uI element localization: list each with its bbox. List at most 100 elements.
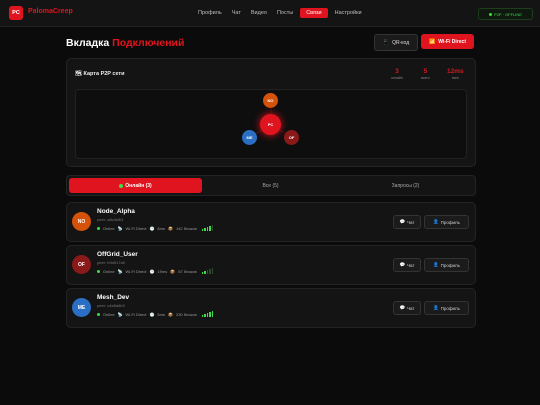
nav-chat[interactable]: Чат [227,8,246,18]
profile-label: Профиль [440,305,461,311]
peer-link: Wi-Fi Direct [125,225,147,231]
stat-online-label: онлайн [391,76,403,80]
peer-id: peer: c4e8a6b2 [97,303,125,308]
map-icon: 🗺 [75,71,82,77]
map-node-self[interactable]: PC [260,114,281,135]
peer-ping: 8ms [157,225,165,231]
peer-card-2: ME Mesh_Dev peer: c4e8a6b2 Online 📡 Wi-F… [66,288,476,328]
peer-name[interactable]: OffGrid_User [97,251,138,258]
network-map[interactable]: NO ME OF PC [75,89,467,159]
chat-label: Чат [407,305,415,311]
signal-strength-icon [201,268,214,274]
peer-ping: 19ms [157,268,168,274]
tab-online[interactable]: Онлайн (3) [69,178,202,193]
main-menu: Профиль Чат Видео Посты Связи Настройки [193,8,367,18]
profile-button[interactable]: 👤 Профиль [424,258,469,272]
peer-meta: Online 📡 Wi-Fi Direct 🕒 8ms 📦 142 блоков [97,225,214,231]
map-node-me[interactable]: ME [242,130,257,145]
nav-connections[interactable]: Связи [300,8,328,18]
signal-bar [211,268,214,274]
map-node-of[interactable]: OF [284,130,299,145]
clock-icon: 🕒 [149,225,155,231]
chat-label: Чат [407,219,415,225]
brand-name[interactable]: PalomaCreep [28,8,73,15]
chat-button[interactable]: 💬 Чат [393,258,421,272]
signal-bar [211,225,214,231]
status-dot-icon [489,12,493,16]
profile-icon: 👤 [432,262,439,267]
profile-label: Профиль [440,219,461,225]
signal-strength-icon [201,225,214,231]
nav-settings[interactable]: Настройки [330,8,367,18]
blocks-icon: 📦 [170,268,176,274]
chat-label: Чат [407,262,415,268]
peer-id: peer: b9d917a0 [97,260,126,265]
signal-bar [201,315,204,317]
signal-bar [206,227,209,231]
peer-ping: 5ms [157,311,165,317]
logo-badge[interactable]: PC [9,6,23,20]
signal-bar [209,226,211,231]
stat-ping: 12ms пинг [447,68,464,80]
stat-total: 5 всего [421,68,430,80]
page-title: Вкладка Подключений [66,37,184,49]
peer-meta: Online 📡 Wi-Fi Direct 🕒 5ms 📦 230 блоков [97,311,214,317]
chat-icon: 💬 [399,262,406,267]
page-title-accent: Подключений [112,37,185,49]
network-status-badge: P2P · OFFLINE [478,8,533,20]
peer-meta: Online 📡 Wi-Fi Direct 🕒 19ms 📦 67 блоков [97,268,214,274]
peer-status: Online [103,268,115,274]
signal-icon: 📶 [429,38,436,45]
peer-link: Wi-Fi Direct [125,311,147,317]
signal-bar [204,228,206,231]
online-dot-icon [97,226,100,230]
nav-profile[interactable]: Профиль [193,8,227,18]
online-dot-icon [97,312,100,316]
peer-name[interactable]: Node_Alpha [97,208,135,215]
signal-bar [204,271,206,274]
tab-requests[interactable]: Запросы (2) [339,178,472,193]
avatar[interactable]: NO [72,212,91,231]
signal-bar [201,229,204,231]
signal-bar [209,312,211,317]
qr-code-button[interactable]: 📱 QR-код [374,34,418,51]
avatar[interactable]: ME [72,298,91,317]
profile-button[interactable]: 👤 Профиль [424,215,469,229]
stat-online-value: 3 [395,68,399,75]
chat-button[interactable]: 💬 Чат [393,301,421,315]
chat-icon: 💬 [399,305,406,310]
stat-ping-value: 12ms [447,68,464,75]
avatar[interactable]: OF [72,255,91,274]
wifi-icon: 📡 [117,225,123,231]
phone-icon: 📱 [382,39,390,46]
peer-card-1: OF OffGrid_User peer: b9d917a0 Online 📡 … [66,245,476,285]
tab-all[interactable]: Все (5) [204,178,337,193]
signal-bar [211,311,214,317]
wifi-direct-label: Wi-Fi Direct [438,38,466,45]
map-node-no[interactable]: NO [263,93,278,108]
signal-bar [204,314,206,317]
signal-strength-icon [201,311,214,317]
signal-bar [206,313,209,317]
map-title-text: Карта P2P сети [83,71,125,77]
nav-posts[interactable]: Посты [272,8,298,18]
page-title-main: Вкладка [66,37,113,49]
peer-name[interactable]: Mesh_Dev [97,294,129,301]
profile-button[interactable]: 👤 Профиль [424,301,469,315]
p2p-map-card: 🗺 Карта P2P сети 3 онлайн 5 всего 12ms п… [66,58,476,167]
peer-blocks: 67 блоков [178,268,197,274]
stat-total-value: 5 [423,68,428,75]
peer-status: Online [103,311,115,317]
nav-video[interactable]: Видео [246,8,272,18]
blocks-icon: 📦 [167,311,173,317]
map-title: 🗺 Карта P2P сети [75,71,125,77]
peer-blocks: 142 блоков [175,225,197,231]
chat-button[interactable]: 💬 Чат [393,215,421,229]
peer-link: Wi-Fi Direct [125,268,147,274]
wifi-icon: 📡 [117,268,123,274]
peer-blocks: 230 блоков [175,311,197,317]
stat-ping-label: пинг [451,76,459,80]
wifi-direct-button[interactable]: 📶 Wi-Fi Direct [421,34,474,49]
tab-online-label: Онлайн (3) [125,182,152,189]
wifi-icon: 📡 [117,311,123,317]
